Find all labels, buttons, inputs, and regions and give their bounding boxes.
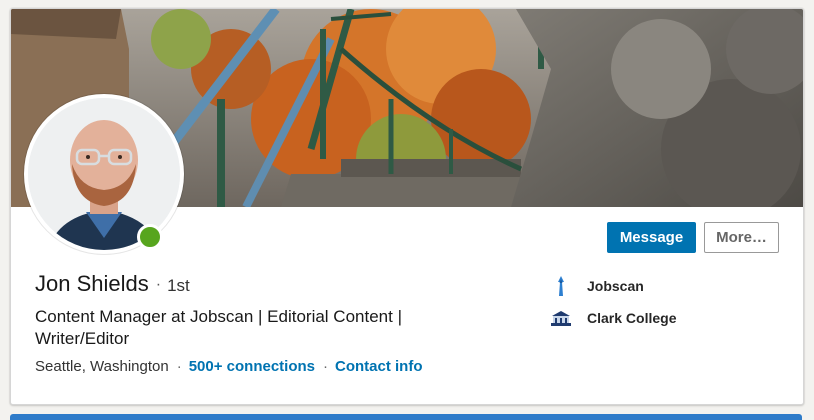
connection-degree: 1st	[167, 276, 190, 295]
profile-location: Seattle, Washington	[35, 358, 169, 375]
message-button[interactable]: Message	[607, 222, 696, 253]
next-section-edge	[10, 414, 802, 420]
clark-college-logo-icon	[551, 308, 571, 328]
separator-dot: ·	[176, 358, 182, 375]
experience-label: Clark College	[587, 310, 677, 326]
more-button[interactable]: More…	[704, 222, 779, 253]
separator-dot: ·	[155, 276, 162, 293]
experience-label: Jobscan	[587, 278, 644, 294]
online-status-indicator	[137, 224, 163, 250]
location-row: Seattle, Washington · 500+ connections · Con…	[35, 358, 423, 375]
profile-name: Jon Shields	[35, 271, 149, 296]
experience-item-jobscan[interactable]: Jobscan	[551, 274, 644, 298]
connections-link[interactable]: 500+ connections	[189, 358, 315, 375]
contact-info-link[interactable]: Contact info	[335, 358, 423, 375]
jobscan-logo-icon	[551, 276, 571, 296]
name-row: Jon Shields · 1st	[35, 271, 190, 297]
experience-item-clark-college[interactable]: Clark College	[551, 306, 676, 330]
separator-dot: ·	[323, 358, 329, 375]
profile-headline: Content Manager at Jobscan | Editorial C…	[35, 307, 402, 348]
